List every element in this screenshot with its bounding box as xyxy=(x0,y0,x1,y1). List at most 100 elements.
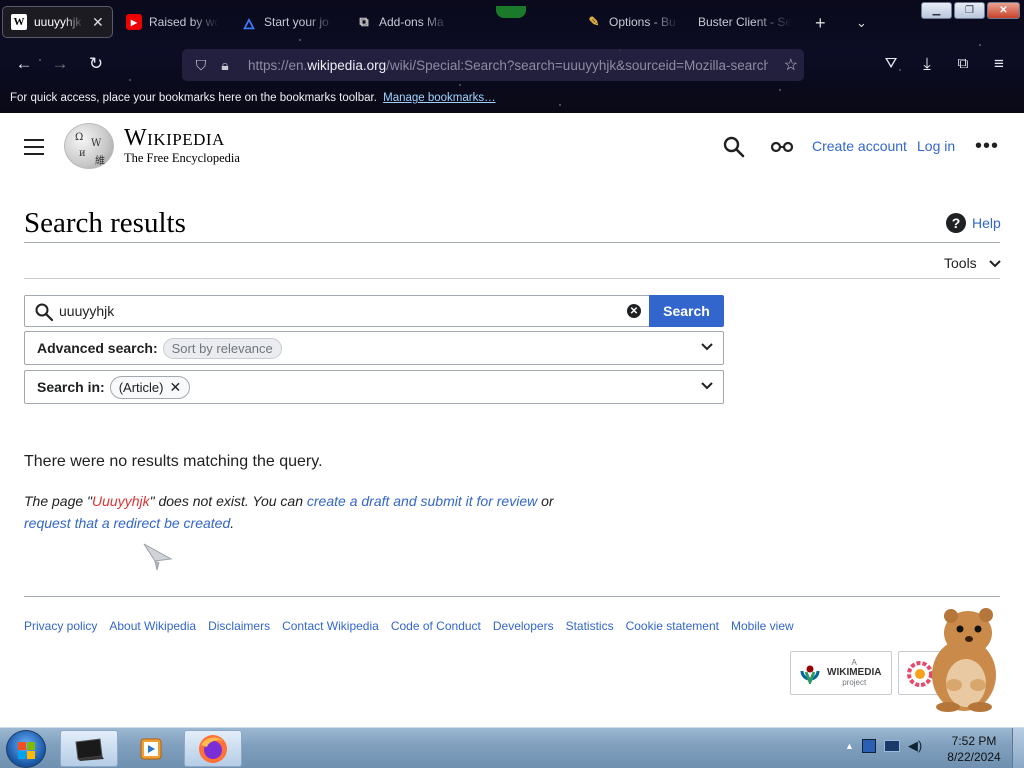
tab-buster-client[interactable]: Buster Client - Se xyxy=(690,6,800,38)
firefox-icon xyxy=(199,734,227,763)
list-all-tabs-icon[interactable]: ⌄ xyxy=(856,14,867,32)
show-desktop-button[interactable] xyxy=(1012,728,1024,768)
red-link-page[interactable]: Uuuyyhjk xyxy=(92,493,150,509)
close-window-icon[interactable]: ✕ xyxy=(987,2,1020,19)
windows-taskbar: ▲ ◀) 7:52 PM 8/22/2024 xyxy=(0,727,1024,768)
hamster-mascot-image xyxy=(932,608,996,712)
create-draft-link[interactable]: create a draft and submit it for review xyxy=(307,493,537,509)
wikimedia-logo-icon xyxy=(800,665,820,684)
taskbar-firefox[interactable] xyxy=(184,730,242,767)
pocket-icon[interactable]: ⛛ xyxy=(880,54,902,74)
remove-chip-icon[interactable]: ✕ xyxy=(169,379,181,395)
title-divider xyxy=(24,242,1000,243)
search-button[interactable]: Search xyxy=(649,295,724,327)
search-icon[interactable] xyxy=(722,135,746,159)
request-redirect-link[interactable]: request that a redirect be created xyxy=(24,515,230,531)
close-tab-icon[interactable]: ✕ xyxy=(92,14,104,31)
tracking-protection-shield-icon[interactable]: ⛉ xyxy=(192,57,210,74)
page-not-exist-notice: The page "Uuuyyhjk" does not exist. You … xyxy=(24,493,554,531)
tab-start-your-journey[interactable]: 🜂 Start your jo xyxy=(233,6,343,38)
browser-chrome: W uuuyyhjk ✕ ▶ Raised by wo 🜂 Start your… xyxy=(0,0,1024,113)
downloads-icon[interactable]: ⤓ xyxy=(916,54,938,74)
tab-strip: W uuuyyhjk ✕ ▶ Raised by wo 🜂 Start your… xyxy=(0,4,1024,40)
appearance-glasses-icon[interactable] xyxy=(770,139,794,155)
page-title: Search results xyxy=(24,207,186,239)
help-link[interactable]: ? Help xyxy=(946,213,1001,233)
lock-icon[interactable]: 🔒︎ xyxy=(216,57,234,74)
wikimedia-project-badge[interactable]: A WIKIMEDIA project xyxy=(790,651,892,695)
flame-icon: 🜂 xyxy=(242,15,256,32)
footer-mobile-view[interactable]: Mobile view xyxy=(731,619,794,633)
create-account-link[interactable]: Create account xyxy=(812,138,907,154)
app-menu-icon[interactable]: ≡ xyxy=(988,54,1010,74)
minimize-icon[interactable]: ▁ xyxy=(921,2,952,19)
bookmark-star-icon[interactable]: ☆ xyxy=(784,55,798,75)
tools-dropdown[interactable]: Tools xyxy=(944,255,1001,271)
puzzle-icon: ⧉ xyxy=(359,14,369,29)
clock-date: 8/22/2024 xyxy=(947,750,1001,764)
footer-links: Privacy policy About Wikipedia Disclaime… xyxy=(24,619,794,633)
tab-wikipedia-search[interactable]: W uuuyyhjk ✕ xyxy=(2,6,113,38)
buster-extension-icon xyxy=(496,6,526,18)
action-center-flag-icon[interactable] xyxy=(861,739,876,753)
footer-contact-wikipedia[interactable]: Contact Wikipedia xyxy=(282,619,379,633)
youtube-icon: ▶ xyxy=(126,14,142,30)
toolbar-divider xyxy=(24,278,1000,279)
main-menu-icon[interactable] xyxy=(24,139,44,155)
network-icon[interactable] xyxy=(883,740,900,752)
chevron-down-icon xyxy=(701,343,713,351)
log-in-link[interactable]: Log in xyxy=(917,138,955,154)
bookmarks-hint: For quick access, place your bookmarks h… xyxy=(10,92,377,104)
tab-add-ons-manager[interactable]: ⧉ Add-ons Ma xyxy=(348,6,458,38)
footer-developers[interactable]: Developers xyxy=(493,619,554,633)
clear-search-icon[interactable]: ✕ xyxy=(627,304,641,318)
start-button[interactable] xyxy=(6,730,46,768)
search-input-icon xyxy=(35,303,54,322)
search-input[interactable] xyxy=(59,296,609,326)
url-bar[interactable]: ⛉ 🔒︎ https://en.wikipedia.org/wiki/Speci… xyxy=(182,49,804,81)
no-results-message: There were no results matching the query… xyxy=(24,453,323,470)
taskbar-terminal-app[interactable] xyxy=(60,730,118,767)
clock-time: 7:52 PM xyxy=(951,734,997,748)
back-icon[interactable]: ← xyxy=(13,54,35,74)
manage-bookmarks-link[interactable]: Manage bookmarks… xyxy=(383,92,496,104)
show-hidden-icons-icon[interactable]: ▲ xyxy=(845,741,854,751)
restore-icon[interactable]: ❐ xyxy=(954,2,985,19)
wikipedia-wordmark[interactable]: Wikipedia The Free Encyclopedia xyxy=(124,126,240,166)
footer-code-of-conduct[interactable]: Code of Conduct xyxy=(391,619,481,633)
more-options-icon[interactable]: ••• xyxy=(975,136,999,156)
tab-options[interactable]: ✎ Options - Bu xyxy=(578,6,688,38)
chevron-down-icon xyxy=(988,260,1001,268)
media-player-icon xyxy=(140,738,162,759)
taskbar-clock[interactable]: 7:52 PM 8/22/2024 xyxy=(946,733,1002,765)
sort-chip[interactable]: Sort by relevance xyxy=(162,337,282,359)
url-text[interactable]: https://en.wikipedia.org/wiki/Special:Se… xyxy=(248,58,768,73)
terminal-icon xyxy=(75,737,104,761)
wikipedia-favicon-icon: W xyxy=(11,14,27,30)
footer-privacy-policy[interactable]: Privacy policy xyxy=(24,619,97,633)
volume-icon[interactable]: ◀) xyxy=(908,738,922,754)
search-in-panel[interactable]: Search in: (Article) ✕ xyxy=(24,370,724,404)
navigation-toolbar: ← → ↻ ⛉ 🔒︎ https://en.wikipedia.org/wiki… xyxy=(0,46,1024,84)
advanced-search-panel[interactable]: Advanced search: Sort by relevance xyxy=(24,331,724,365)
footer-disclaimers[interactable]: Disclaimers xyxy=(208,619,270,633)
bookmarks-toolbar: For quick access, place your bookmarks h… xyxy=(10,92,496,104)
footer-statistics[interactable]: Statistics xyxy=(566,619,614,633)
options-icon: ✎ xyxy=(588,14,600,29)
reload-icon[interactable]: ↻ xyxy=(85,54,107,74)
namespace-chip[interactable]: (Article) ✕ xyxy=(109,375,191,399)
tab-youtube[interactable]: ▶ Raised by wo xyxy=(118,6,230,38)
help-icon: ? xyxy=(946,213,966,233)
new-tab-icon[interactable]: + xyxy=(815,14,826,32)
extensions-icon[interactable]: ⧉ xyxy=(952,54,974,74)
taskbar-media-player[interactable] xyxy=(122,730,180,767)
wikipedia-globe-logo[interactable]: ΩWи維 xyxy=(64,123,114,169)
paper-plane-cursor-icon xyxy=(143,543,173,571)
chevron-down-icon xyxy=(701,382,713,390)
forward-icon[interactable]: → xyxy=(49,54,71,74)
system-tray: ▲ ◀) xyxy=(845,738,922,754)
window-controls: ▁ ❐ ✕ xyxy=(921,2,1020,19)
footer-cookie-statement[interactable]: Cookie statement xyxy=(626,619,719,633)
footer-about-wikipedia[interactable]: About Wikipedia xyxy=(109,619,196,633)
wikipedia-page: ΩWи維 Wikipedia The Free Encyclopedia Cre… xyxy=(0,113,1024,727)
